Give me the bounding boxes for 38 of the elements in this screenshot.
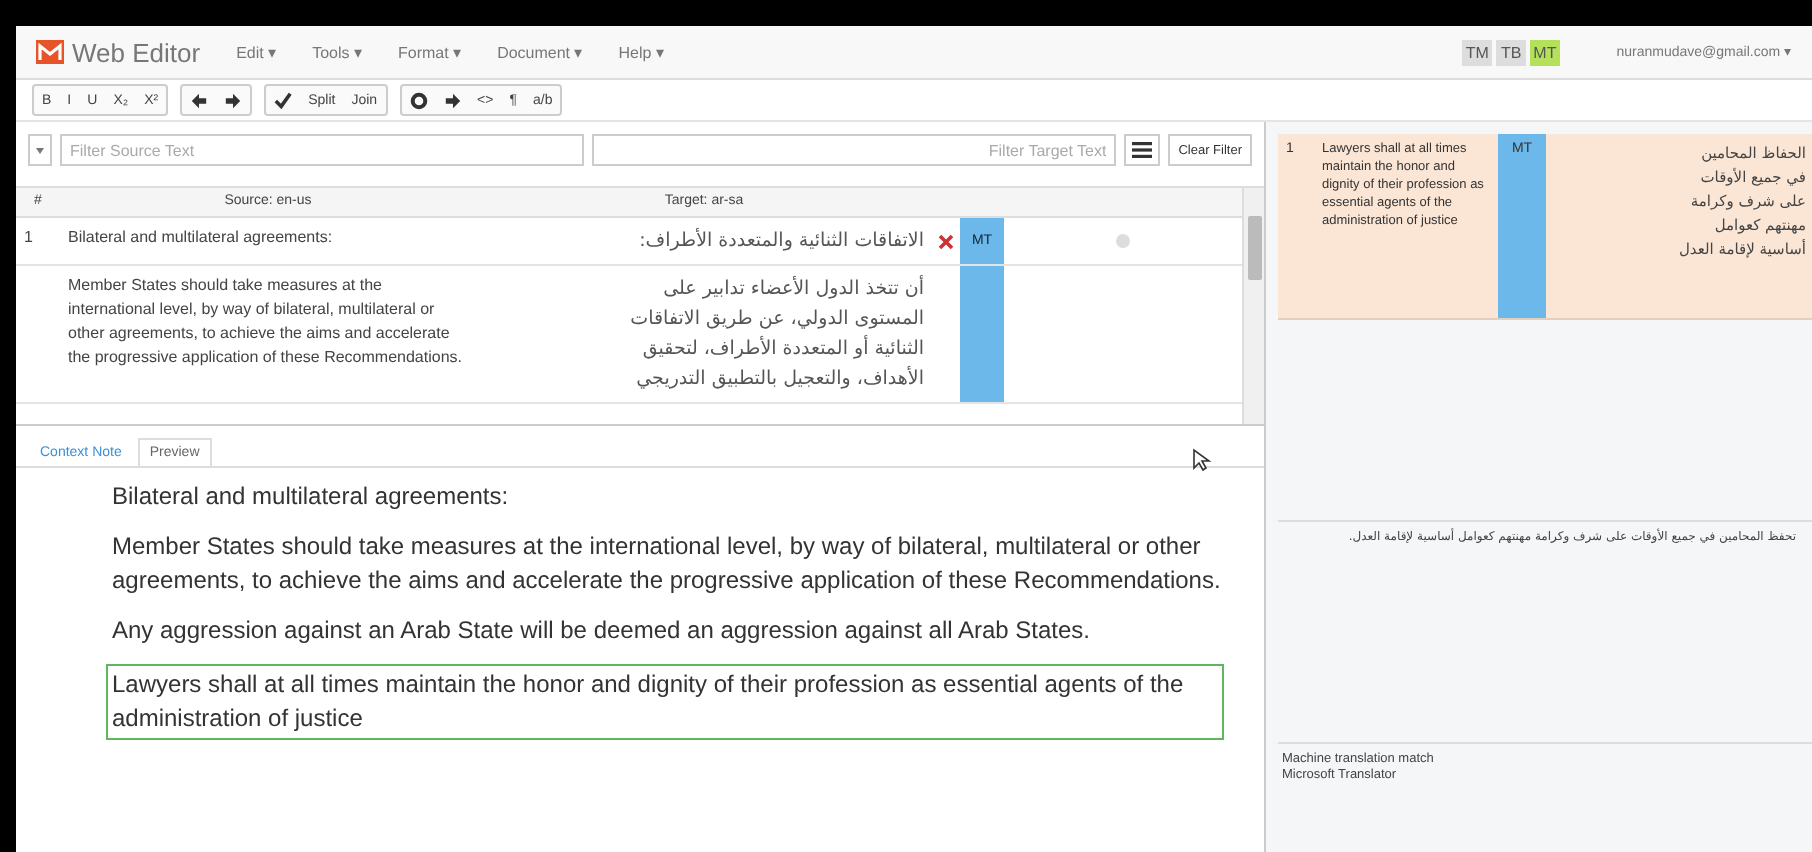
cursor-icon	[1192, 448, 1212, 472]
source-text: Member States should take measures at the international level, by way of bilateral, multilateral or other agreements, to achieve the aims and accelerate the progressive application of these Recommendations.	[68, 276, 462, 366]
mode-toggle[interactable]: TB	[1496, 39, 1526, 65]
context-paragraph: Member States should take measures at the international level, by way of bilateral, multilateral or other agreements, to achieve the aims and accelerate the progressive application of these Recommendations.	[112, 530, 1223, 598]
table-row[interactable]	[16, 266, 1242, 404]
redo-icon	[224, 91, 243, 109]
menu-item[interactable]: Tools ▾	[312, 43, 362, 61]
scrollbar-thumb[interactable]	[1247, 216, 1261, 280]
segment-card[interactable]	[1278, 134, 1812, 320]
context-paragraph: Lawyers shall at all times maintain the honor and dignity of their profession as essential agents of the administration of justice	[106, 664, 1224, 740]
close-icon[interactable]	[938, 233, 954, 249]
status-cell	[960, 266, 1004, 402]
target-text: الاتفاقات الثنائية والمتعددة الأطراف:	[639, 230, 924, 252]
context-paragraph: Any aggression against an Arab State will be deemed an aggression against all Arab States.	[112, 614, 1092, 648]
mode-toggle[interactable]: MT	[1529, 39, 1561, 65]
menu-item[interactable]: Edit ▾	[236, 43, 277, 61]
menu-item[interactable]: Help ▾	[618, 43, 664, 61]
check-icon	[274, 91, 293, 109]
list-button[interactable]	[1124, 134, 1161, 166]
target-text: أن تتخذ الدول الأعضاء تدابير على المستوى الدولي، عن طريق الاتفاقات الثنائية أو المتعددة الأطراف، لتحقيق الأهداف، والتعجيل بالتطبيق التدريجي	[630, 278, 924, 390]
row-number: 1	[24, 228, 33, 246]
menu-item[interactable]: Document ▾	[497, 43, 583, 61]
app-title: Web Editor	[72, 37, 201, 67]
redo-icon	[443, 91, 462, 109]
target-filter-field[interactable]: Filter Target Text	[592, 134, 1117, 166]
list-icon	[1132, 142, 1153, 158]
context-paragraph: Bilateral and multilateral agreements:	[112, 480, 511, 514]
scrollbar[interactable]	[1242, 188, 1264, 424]
mode-toggle[interactable]: TM	[1461, 39, 1493, 65]
source-filter-field[interactable]: Filter Source Text	[60, 134, 585, 166]
menu-item[interactable]: Format ▾	[398, 43, 462, 61]
circle-icon	[409, 91, 428, 109]
caret-icon	[36, 147, 44, 153]
undo-icon	[190, 91, 209, 109]
source-text: Bilateral and multilateral agreements:	[68, 228, 333, 246]
status-dot	[1116, 234, 1130, 248]
dropdown-toggle[interactable]	[28, 134, 52, 166]
logo-icon	[36, 40, 64, 64]
